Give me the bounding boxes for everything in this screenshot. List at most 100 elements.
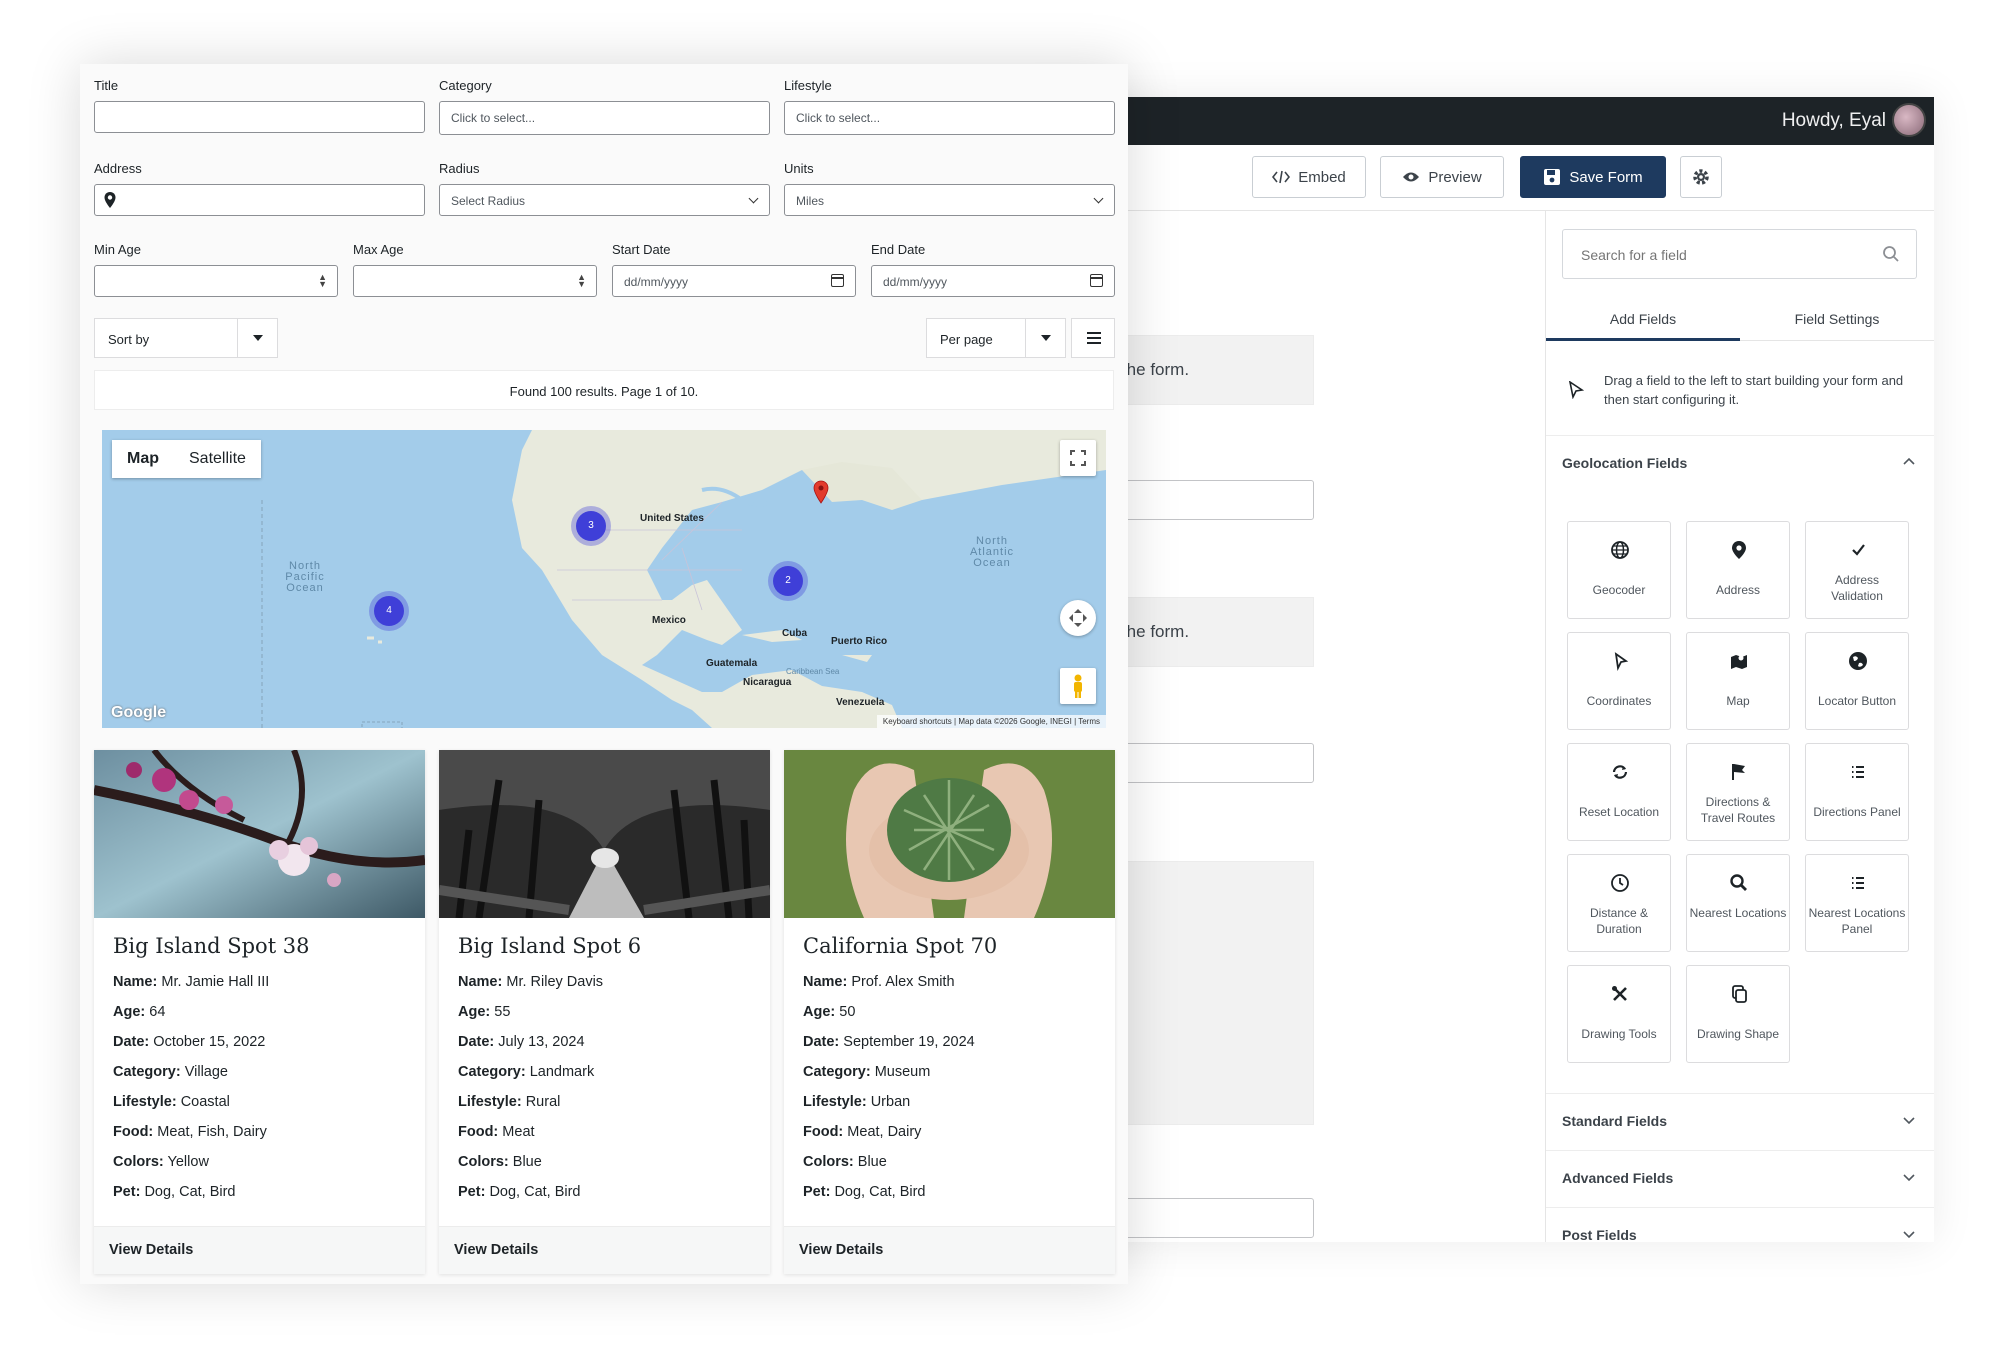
save-form-button[interactable]: Save Form bbox=[1520, 156, 1666, 198]
view-details-link[interactable]: View Details bbox=[94, 1226, 425, 1274]
field-tile-directions[interactable]: Directions & Travel Routes bbox=[1686, 743, 1790, 841]
field-value: Dog, Cat, Bird bbox=[144, 1184, 236, 1200]
field-tile-drawing-tools[interactable]: Drawing Tools bbox=[1567, 965, 1671, 1063]
tile-label: Drawing Tools bbox=[1581, 1027, 1657, 1041]
sidebar-tabs: Add Fields Field Settings bbox=[1546, 295, 1934, 341]
address-input[interactable] bbox=[94, 184, 425, 216]
stepper-arrows-icon[interactable]: ▲ ▼ bbox=[318, 273, 327, 289]
category-select[interactable]: Click to select... bbox=[439, 101, 770, 135]
sort-by-dropdown[interactable]: Sort by bbox=[94, 318, 278, 358]
field-tile-geocoder[interactable]: Geocoder bbox=[1567, 521, 1671, 619]
save-label: Save Form bbox=[1569, 168, 1643, 186]
advanced-fields-header[interactable]: Advanced Fields bbox=[1546, 1150, 1934, 1206]
title-input[interactable] bbox=[94, 101, 425, 133]
tile-label: Map bbox=[1726, 694, 1750, 708]
field-tile-locator-button[interactable]: Locator Button bbox=[1805, 632, 1909, 730]
section-title: Post Fields bbox=[1562, 1227, 1637, 1242]
embed-button[interactable]: Embed bbox=[1252, 156, 1366, 198]
field-tile-nearest-locations-panel[interactable]: Nearest Locations Panel bbox=[1805, 854, 1909, 952]
street-view-pegman[interactable] bbox=[1060, 668, 1096, 704]
map-attribution[interactable]: Keyboard shortcuts | Map data ©2026 Goog… bbox=[876, 715, 1106, 728]
per-page-dropdown[interactable]: Per page bbox=[926, 318, 1066, 358]
lifestyle-select[interactable]: Click to select... bbox=[784, 101, 1115, 135]
view-details-link[interactable]: View Details bbox=[784, 1226, 1115, 1274]
field-tile-drawing-shape[interactable]: Drawing Shape bbox=[1686, 965, 1790, 1063]
settings-button[interactable] bbox=[1680, 156, 1722, 198]
card-image-blossom bbox=[94, 750, 425, 918]
field-tile-map[interactable]: Map bbox=[1686, 632, 1790, 730]
end-date-input[interactable]: dd/mm/yyyy bbox=[871, 265, 1115, 297]
field-tile-coordinates[interactable]: Coordinates bbox=[1567, 632, 1671, 730]
field-label: Pet: bbox=[803, 1184, 831, 1200]
tile-label: Coordinates bbox=[1586, 694, 1652, 708]
tile-label: Nearest Locations bbox=[1689, 906, 1787, 920]
layout-toggle-button[interactable] bbox=[1071, 318, 1115, 358]
radius-select[interactable]: Select Radius bbox=[439, 184, 770, 216]
tile-label: Distance & Duration bbox=[1589, 906, 1649, 936]
field-tile-distance-duration[interactable]: Distance & Duration bbox=[1567, 854, 1671, 952]
field-tile-reset-location[interactable]: Reset Location bbox=[1567, 743, 1671, 841]
field-label: Food: bbox=[803, 1124, 844, 1140]
move-arrows-icon bbox=[1069, 609, 1087, 627]
units-select[interactable]: Miles bbox=[784, 184, 1115, 216]
card-field-date: Date: September 19, 2024 bbox=[803, 1034, 975, 1050]
flag-icon bbox=[1732, 764, 1745, 780]
tile-label: Address bbox=[1715, 583, 1761, 597]
list-icon bbox=[1852, 877, 1864, 889]
marker-cluster[interactable]: 3 bbox=[576, 511, 606, 541]
geolocation-fields-header[interactable]: Geolocation Fields bbox=[1546, 435, 1934, 491]
card-field-date: Date: July 13, 2024 bbox=[458, 1034, 585, 1050]
tab-field-settings[interactable]: Field Settings bbox=[1740, 295, 1934, 341]
radius-label: Radius bbox=[439, 161, 480, 176]
map-type-control: Map Satellite bbox=[112, 440, 261, 478]
field-tile-address[interactable]: Address bbox=[1686, 521, 1790, 619]
start-date-value: dd/mm/yyyy bbox=[624, 275, 689, 289]
field-label: Age: bbox=[803, 1004, 836, 1020]
tab-add-fields[interactable]: Add Fields bbox=[1546, 295, 1740, 341]
stepper-arrows-icon[interactable]: ▲ ▼ bbox=[577, 273, 586, 289]
card-title[interactable]: Big Island Spot 38 bbox=[113, 934, 310, 958]
greeting[interactable]: Howdy, Eyal bbox=[1782, 110, 1886, 132]
title-label: Title bbox=[94, 78, 119, 93]
post-fields-header[interactable]: Post Fields bbox=[1546, 1207, 1934, 1242]
map-label-mexico: Mexico bbox=[652, 615, 686, 626]
results-map[interactable]: Map Satellite United States Mexico Cuba … bbox=[102, 430, 1106, 728]
card-image-tree-tunnel bbox=[439, 750, 770, 918]
card-title[interactable]: California Spot 70 bbox=[803, 934, 997, 958]
calendar-icon[interactable] bbox=[831, 274, 844, 287]
marker-cluster[interactable]: 2 bbox=[773, 566, 803, 596]
avatar[interactable] bbox=[1892, 103, 1926, 137]
search-icon bbox=[1730, 874, 1747, 891]
camera-control-button[interactable] bbox=[1060, 600, 1096, 636]
field-value: Prof. Alex Smith bbox=[851, 974, 955, 990]
field-tile-directions-panel[interactable]: Directions Panel bbox=[1805, 743, 1909, 841]
field-value: Rural bbox=[525, 1094, 561, 1110]
globe-icon bbox=[1611, 541, 1629, 559]
max-age-stepper[interactable]: ▲ ▼ bbox=[353, 265, 597, 297]
menu-icon bbox=[1087, 342, 1101, 344]
min-age-stepper[interactable]: ▲ ▼ bbox=[94, 265, 338, 297]
satellite-tab[interactable]: Satellite bbox=[174, 440, 261, 478]
tile-label: Locator Button bbox=[1817, 694, 1897, 708]
marker-cluster[interactable]: 4 bbox=[374, 596, 404, 626]
standard-fields-header[interactable]: Standard Fields bbox=[1546, 1093, 1934, 1149]
preview-label: Preview bbox=[1428, 168, 1482, 186]
fullscreen-button[interactable] bbox=[1060, 440, 1096, 476]
card-field-colors: Colors: Blue bbox=[803, 1154, 887, 1170]
location-pin-icon[interactable] bbox=[813, 480, 829, 504]
start-date-input[interactable]: dd/mm/yyyy bbox=[612, 265, 856, 297]
view-details-link[interactable]: View Details bbox=[439, 1226, 770, 1274]
calendar-icon[interactable] bbox=[1090, 274, 1103, 287]
field-value: Landmark bbox=[529, 1064, 595, 1080]
section-title: Geolocation Fields bbox=[1562, 455, 1688, 471]
field-tile-nearest-locations[interactable]: Nearest Locations bbox=[1686, 854, 1790, 952]
card-title[interactable]: Big Island Spot 6 bbox=[458, 934, 641, 958]
map-tab[interactable]: Map bbox=[112, 440, 174, 478]
units-label: Units bbox=[784, 161, 814, 176]
category-placeholder: Click to select... bbox=[451, 111, 536, 125]
preview-button[interactable]: Preview bbox=[1380, 156, 1504, 198]
card-field-category: Category: Landmark bbox=[458, 1064, 594, 1080]
units-value: Miles bbox=[796, 194, 825, 208]
field-search-input[interactable]: Search for a field bbox=[1562, 229, 1917, 279]
field-tile-address-validation[interactable]: Address Validation bbox=[1805, 521, 1909, 619]
